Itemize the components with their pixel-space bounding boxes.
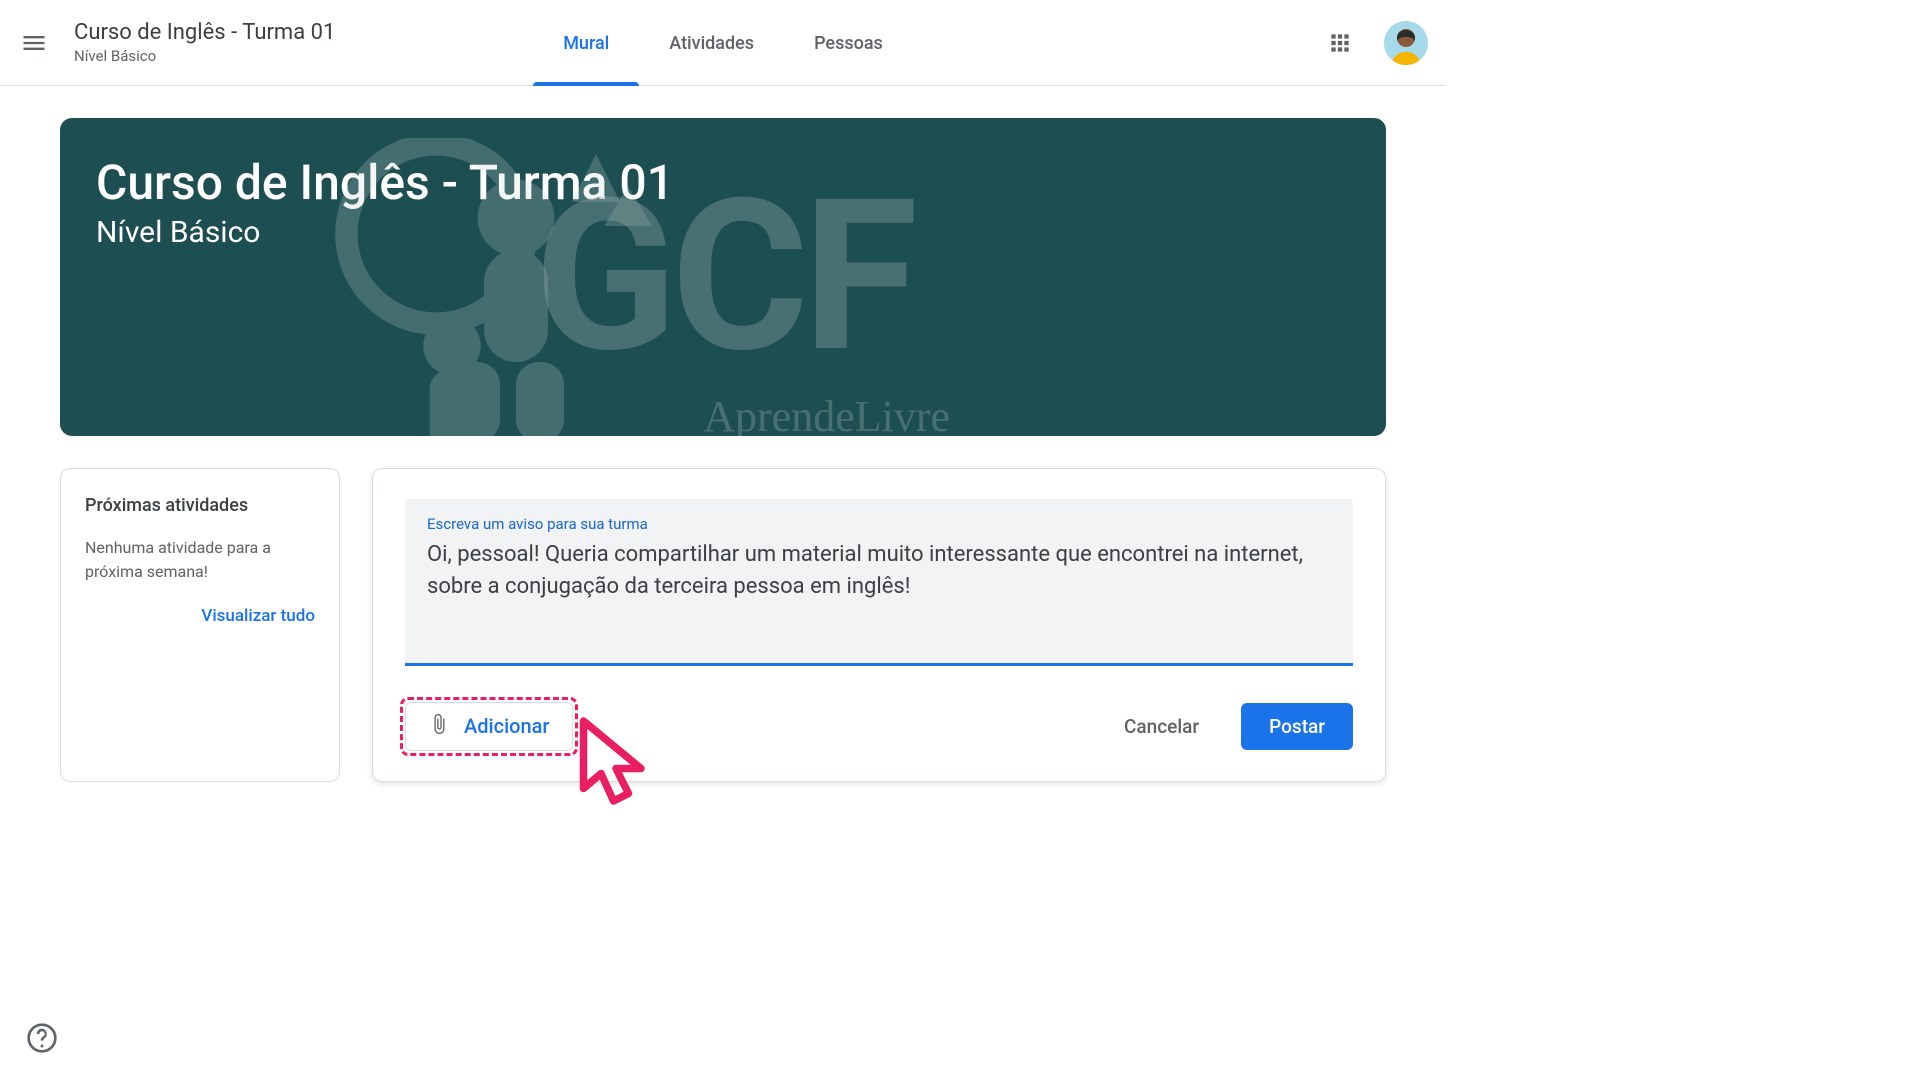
tab-classwork[interactable]: Atividades [639,0,784,86]
class-title: Curso de Inglês - Turma 01 [74,20,335,45]
upcoming-empty-text: Nenhuma atividade para a próxima semana! [85,536,315,584]
class-banner: GCF AprendeLivre Curso de Inglês - Turma… [60,118,1386,436]
upcoming-card: Próximas atividades Nenhuma atividade pa… [60,468,340,782]
upcoming-heading: Próximas atividades [85,495,315,516]
help-button[interactable] [20,1016,64,1060]
upcoming-view-all[interactable]: Visualizar tudo [85,606,315,626]
page-content: GCF AprendeLivre Curso de Inglês - Turma… [0,86,1446,814]
main-menu-button[interactable] [10,19,58,67]
banner-watermark-sub: AprendeLivre [703,391,950,436]
composer-actions: Adicionar Cancelar Postar [405,702,1353,751]
google-apps-button[interactable] [1320,23,1360,63]
account-avatar[interactable] [1384,21,1428,65]
banner-subtitle: Nível Básico [96,215,1350,250]
add-attachment-button[interactable]: Adicionar [405,702,573,751]
post-button[interactable]: Postar [1241,703,1353,750]
class-subtitle: Nível Básico [74,47,335,65]
apps-grid-icon [1327,30,1353,56]
announcement-textfield[interactable]: Escreva um aviso para sua turma Oi, pess… [405,499,1353,666]
cancel-button[interactable]: Cancelar [1102,705,1221,748]
help-icon [26,1022,58,1054]
add-attachment-label: Adicionar [464,714,550,738]
hamburger-icon [20,29,48,57]
banner-title: Curso de Inglês - Turma 01 [96,154,1350,211]
header-right [1320,21,1428,65]
tab-people[interactable]: Pessoas [784,0,913,86]
paperclip-icon [428,713,450,740]
avatar-illustration-icon [1384,21,1428,65]
tab-stream[interactable]: Mural [533,0,639,86]
announcement-composer: Escreva um aviso para sua turma Oi, pess… [372,468,1386,782]
main-row: Próximas atividades Nenhuma atividade pa… [60,468,1386,782]
announcement-placeholder-label: Escreva um aviso para sua turma [427,515,1331,533]
top-header: Curso de Inglês - Turma 01 Nível Básico … [0,0,1446,86]
class-title-block[interactable]: Curso de Inglês - Turma 01 Nível Básico [74,20,335,65]
announcement-body-text: Oi, pessoal! Queria compartilhar um mate… [427,539,1331,603]
